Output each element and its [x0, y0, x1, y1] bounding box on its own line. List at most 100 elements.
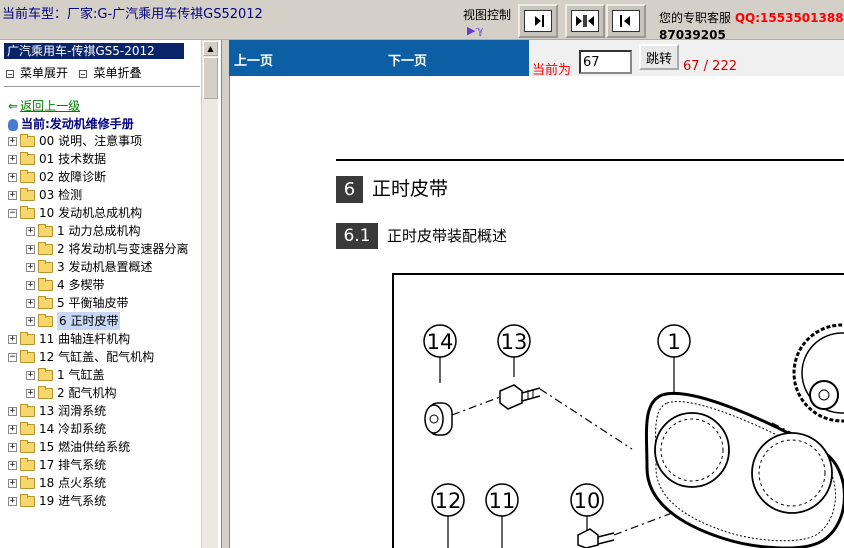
sound-icon[interactable]: ▶ℽ [467, 24, 483, 37]
tree-item-label[interactable]: 4 多楔带 [57, 276, 104, 294]
expand-toggle-icon[interactable]: + [8, 190, 17, 200]
tree-item-label[interactable]: 03 检测 [39, 186, 82, 204]
tree-item-label[interactable]: 10 发动机总成机构 [39, 204, 142, 222]
scroll-up-icon[interactable]: ▲ [203, 41, 218, 56]
tree-item[interactable]: − 10 发动机总成机构 [8, 204, 142, 222]
tree-item-label[interactable]: 18 点火系统 [39, 474, 106, 492]
folder-icon [20, 457, 35, 471]
next-page-link[interactable]: 下一页 [388, 50, 427, 69]
tree-item-label[interactable]: 1 动力总成机构 [57, 222, 140, 240]
expand-toggle-icon[interactable]: + [26, 388, 35, 398]
view-next-page-button[interactable] [518, 4, 558, 38]
collapse-toggle-icon[interactable]: − [8, 208, 17, 218]
idler-pulley-part [424, 402, 453, 436]
folder-icon [20, 133, 35, 147]
tree-item[interactable]: +6 正时皮带 [26, 312, 121, 330]
expand-toggle-icon[interactable]: + [26, 244, 35, 254]
expand-toggle-icon[interactable]: + [26, 316, 35, 326]
subsection-title: 正时皮带装配概述 [387, 227, 508, 245]
folder-icon [20, 475, 35, 489]
tree-item[interactable]: +4 多楔带 [26, 276, 104, 294]
back-link[interactable]: ⇐ 返回上一级 [8, 97, 80, 114]
scrollbar-thumb[interactable] [203, 57, 218, 99]
tree-item[interactable]: +02 故障诊断 [8, 168, 106, 186]
sidebar: 广汽乘用车-传祺GS5-2012 菜单展开 菜单折叠 ⇐ 返回上一级 当前:发动机… [0, 40, 222, 548]
tree-item[interactable]: − 12 气缸盖、配气机构 [8, 348, 154, 366]
view-prev-page-button[interactable] [606, 4, 646, 38]
prev-page-link[interactable]: 上一页 [234, 50, 273, 69]
tree-item[interactable]: +15 燃油供给系统 [8, 438, 130, 456]
tree-item[interactable]: +2 配气机构 [26, 384, 116, 402]
expand-toggle-icon[interactable]: + [8, 478, 17, 488]
expand-toggle-icon[interactable]: + [8, 442, 17, 452]
tree-item-label[interactable]: 2 将发动机与变速器分离 [57, 240, 188, 258]
expand-toggle-icon[interactable]: + [8, 334, 17, 344]
tree-item-label[interactable]: 3 发动机悬置概述 [57, 258, 152, 276]
tree-item-label[interactable]: 11 曲轴连杆机构 [39, 330, 130, 348]
tree-item-label[interactable]: 2 配气机构 [57, 384, 116, 402]
tree-item-label[interactable]: 5 平衡轴皮带 [57, 294, 128, 312]
callout-12: 12 [431, 483, 465, 548]
menu-collapse-link[interactable]: 菜单折叠 [93, 66, 141, 80]
folder-icon [38, 295, 53, 309]
tree-item[interactable]: +17 排气系统 [8, 456, 106, 474]
tree-item-label[interactable]: 02 故障诊断 [39, 168, 106, 186]
page-number-input[interactable] [579, 50, 632, 74]
tree-item[interactable]: +1 气缸盖 [26, 366, 104, 384]
tree-item[interactable]: +18 点火系统 [8, 474, 106, 492]
expand-toggle-icon[interactable]: + [8, 172, 17, 182]
tree-item[interactable]: +01 技术数据 [8, 150, 106, 168]
expand-toggle-icon[interactable]: + [8, 424, 17, 434]
header-rule [336, 159, 844, 161]
callout-label: 12 [435, 489, 462, 513]
tree-item-label[interactable]: 19 进气系统 [39, 492, 106, 510]
expand-toggle-icon[interactable]: + [8, 154, 17, 164]
folder-icon [20, 205, 35, 219]
tree-item[interactable]: +13 润滑系统 [8, 402, 106, 420]
tree-item[interactable]: +19 进气系统 [8, 492, 106, 510]
tree-item-label[interactable]: 00 说明、注意事项 [39, 132, 142, 150]
folder-icon [38, 367, 53, 381]
tree-item-label[interactable]: 14 冷却系统 [39, 420, 106, 438]
tree-item[interactable]: +11 曲轴连杆机构 [8, 330, 130, 348]
divider [4, 86, 200, 87]
expand-toggle-icon[interactable]: + [26, 370, 35, 380]
tree-item-label[interactable]: 13 润滑系统 [39, 402, 106, 420]
folder-icon [20, 331, 35, 345]
menu-expand-link[interactable]: 菜单展开 [20, 66, 68, 80]
bolt-part [499, 384, 541, 410]
tree-item[interactable]: +1 动力总成机构 [26, 222, 140, 240]
contact-qq[interactable]: QQ:1553501388 [735, 11, 844, 25]
expand-toggle-icon[interactable]: + [8, 406, 17, 416]
folder-icon [38, 277, 53, 291]
tree-item-label[interactable]: 6 正时皮带 [57, 312, 121, 330]
view-split-button[interactable] [565, 4, 605, 38]
tree-item[interactable]: +00 说明、注意事项 [8, 132, 142, 150]
expand-toggle-icon[interactable]: + [26, 226, 35, 236]
collapse-toggle-icon[interactable]: − [8, 352, 17, 362]
tree-item-label[interactable]: 1 气缸盖 [57, 366, 104, 384]
camshaft-gear [792, 323, 844, 423]
tree-item-label[interactable]: 17 排气系统 [39, 456, 106, 474]
tree-item[interactable]: +5 平衡轴皮带 [26, 294, 128, 312]
tree-item[interactable]: +03 检测 [8, 186, 82, 204]
expand-toggle-icon[interactable]: + [8, 460, 17, 470]
tree-item-label[interactable]: 15 燃油供给系统 [39, 438, 130, 456]
tree-item-label[interactable]: 12 气缸盖、配气机构 [39, 348, 154, 366]
folder-icon [38, 385, 53, 399]
callout-10: 10 [570, 483, 604, 535]
callout-14: 14 [423, 324, 457, 383]
folder-icon [20, 151, 35, 165]
expand-toggle-icon[interactable]: + [8, 496, 17, 506]
expand-toggle-icon[interactable]: + [26, 262, 35, 272]
tree-item-label[interactable]: 01 技术数据 [39, 150, 106, 168]
tree-item[interactable]: +2 将发动机与变速器分离 [26, 240, 188, 258]
back-link-label[interactable]: 返回上一级 [20, 99, 80, 113]
sidebar-scrollbar[interactable]: ▲ [201, 40, 218, 548]
tree-item[interactable]: +3 发动机悬置概述 [26, 258, 152, 276]
expand-toggle-icon[interactable]: + [26, 298, 35, 308]
expand-toggle-icon[interactable]: + [8, 136, 17, 146]
expand-toggle-icon[interactable]: + [26, 280, 35, 290]
jump-button[interactable]: 跳转 [639, 44, 679, 70]
tree-item[interactable]: +14 冷却系统 [8, 420, 106, 438]
